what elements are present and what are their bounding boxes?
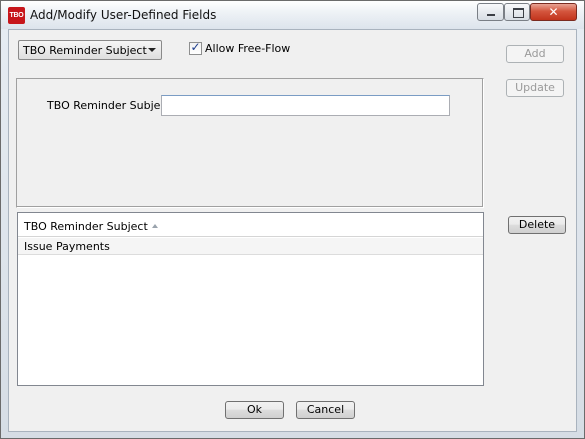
delete-button[interactable]: Delete <box>508 216 566 234</box>
window-title: Add/Modify User-Defined Fields <box>30 8 217 22</box>
add-button[interactable]: Add <box>506 45 564 63</box>
title-bar[interactable]: TBO Add/Modify User-Defined Fields ✕ <box>1 1 584 29</box>
reminder-subject-label: TBO Reminder Subject <box>47 99 171 112</box>
sort-ascending-icon <box>151 224 158 228</box>
allow-free-flow-checkbox[interactable]: ✓ <box>189 40 202 55</box>
tbo-app-icon: TBO <box>8 7 25 24</box>
minimize-button[interactable] <box>477 3 504 21</box>
maximize-button[interactable] <box>504 3 530 21</box>
reminder-subject-input[interactable] <box>161 95 450 116</box>
cancel-button[interactable]: Cancel <box>296 401 355 419</box>
field-type-selected: TBO Reminder Subject <box>23 44 147 57</box>
chevron-down-icon <box>148 48 156 52</box>
table-row[interactable]: Issue Payments <box>18 238 483 255</box>
field-type-dropdown[interactable]: TBO Reminder Subject <box>18 40 162 60</box>
dialog-window: TBO Add/Modify User-Defined Fields ✕ TBO… <box>0 0 585 439</box>
checkmark-icon: ✓ <box>190 40 201 54</box>
close-icon: ✕ <box>548 5 559 19</box>
column-header-label: TBO Reminder Subject <box>24 220 158 233</box>
table-cell: Issue Payments <box>24 240 110 253</box>
field-edit-panel: TBO Reminder Subject <box>16 78 484 208</box>
close-button[interactable]: ✕ <box>530 3 577 21</box>
update-button[interactable]: Update <box>506 79 564 97</box>
values-table: TBO Reminder Subject Issue Payments <box>17 212 484 386</box>
ok-button[interactable]: Ok <box>225 401 284 419</box>
allow-free-flow-label[interactable]: Allow Free-Flow <box>205 42 290 55</box>
column-header-reminder-subject[interactable]: TBO Reminder Subject <box>18 213 483 237</box>
dialog-content: TBO Reminder Subject ✓ Allow Free-Flow A… <box>8 29 577 432</box>
